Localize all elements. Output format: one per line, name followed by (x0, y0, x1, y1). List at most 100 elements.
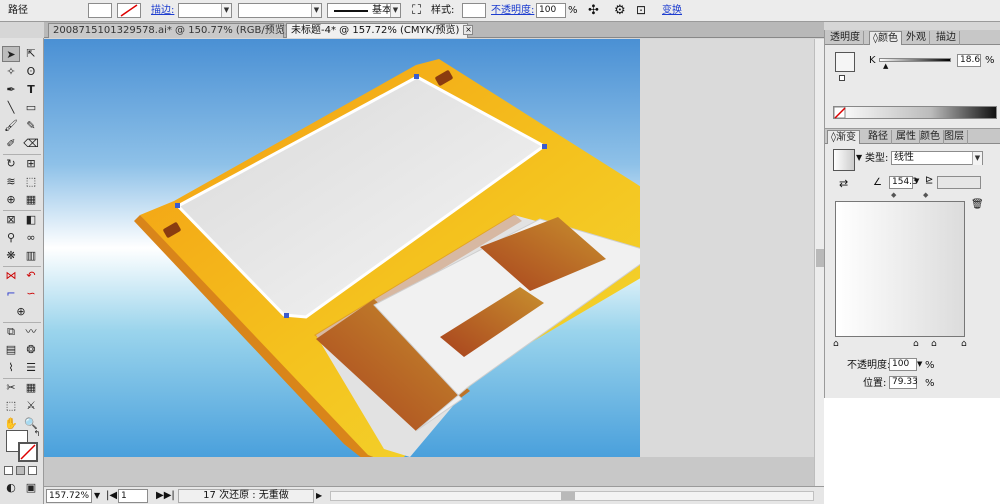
opacity-link[interactable]: 不透明度: (491, 3, 534, 18)
brush-definition-select[interactable]: 基本 ▼ (327, 3, 401, 18)
align-options-icon[interactable]: ⊡ (636, 3, 646, 18)
wave-icon[interactable]: 〰 (22, 324, 40, 340)
stroke-weight-input[interactable]: ▼ (178, 3, 232, 18)
transform-link[interactable]: 变换 (662, 3, 682, 18)
grid-icon[interactable]: ▤ (2, 342, 20, 358)
rectangle-tool-icon[interactable]: ▭ (22, 100, 40, 116)
gradient-stop-icon[interactable]: ⌂ (961, 339, 967, 349)
artboard-tool-icon[interactable]: ⬚ (2, 398, 20, 414)
pencil-tool-icon[interactable]: ✎ (22, 118, 40, 134)
reverse-gradient-icon[interactable]: ⇄ (839, 177, 848, 190)
scrollbar-thumb[interactable] (561, 492, 575, 500)
gradient-swatch[interactable] (833, 149, 855, 171)
pasteboard[interactable] (640, 39, 824, 457)
artboard[interactable] (44, 39, 696, 465)
chevron-down-icon[interactable]: ▼ (94, 489, 100, 503)
color-mode-icon[interactable] (4, 466, 13, 475)
angle-input[interactable]: 154.3 (889, 176, 918, 189)
variable-width-profile[interactable]: ▼ (238, 3, 322, 18)
eraser-tool-icon[interactable]: ⌫ (22, 136, 40, 152)
gradient-type-select[interactable]: 线性 ▼ (891, 151, 983, 165)
list-icon[interactable]: ☰ (22, 360, 40, 376)
tab-attributes[interactable]: 属性 (893, 130, 920, 144)
color-spectrum[interactable] (833, 106, 997, 119)
blob-brush-tool-icon[interactable]: ✐ (2, 136, 20, 152)
stop-location-input[interactable]: 79.33 (889, 376, 918, 389)
gradient-preview[interactable] (835, 201, 965, 337)
opacity-input[interactable]: 100 (536, 3, 566, 18)
chevron-down-icon[interactable]: ▼ (856, 153, 862, 162)
shape-builder-tool-icon[interactable]: ⊕ (2, 192, 20, 208)
mesh-tool-icon[interactable]: ⊠ (2, 212, 20, 228)
column-graph-tool-icon[interactable]: ▥ (22, 248, 40, 264)
horizontal-scrollbar[interactable] (330, 491, 814, 501)
zigzag-icon[interactable]: ⌇ (2, 360, 20, 376)
vertical-scrollbar[interactable] (814, 39, 824, 486)
line-tool-icon[interactable]: ╲ (2, 100, 20, 116)
play-icon[interactable]: ▶ (316, 489, 322, 503)
tab-gradient[interactable]: ◊渐变 (827, 130, 860, 144)
fill-color-swatch[interactable] (88, 3, 112, 18)
gear-icon[interactable]: ⚙ (614, 3, 626, 18)
zoom-field[interactable]: 157.72% (46, 489, 92, 503)
tab-stroke[interactable]: 描边 (933, 31, 960, 45)
width-tool-icon[interactable]: ⋈ (2, 268, 20, 284)
direct-selection-tool-icon[interactable]: ⇱ (22, 46, 40, 62)
recolor-icon[interactable]: ⛶ (412, 3, 421, 18)
free-transform-tool-icon[interactable]: ⬚ (22, 174, 40, 190)
chevron-down-icon[interactable]: ▼ (311, 4, 321, 17)
aspect-ratio-input[interactable] (937, 176, 981, 189)
first-artboard-icon[interactable]: |◀ (106, 489, 117, 503)
tab-color-2[interactable]: 颜色 (917, 130, 944, 144)
convert-anchor-icon[interactable]: ⌐ (2, 286, 20, 302)
lasso-tool-icon[interactable]: ʘ (22, 64, 40, 80)
next-artboard-icon[interactable]: ▶▶| (156, 489, 175, 503)
gradient-tool-icon[interactable]: ◧ (22, 212, 40, 228)
canvas-area[interactable] (44, 39, 824, 486)
blend-tool-icon[interactable]: ∞ (22, 230, 40, 246)
anchor-tool-icon[interactable]: ↶ (22, 268, 40, 284)
tab-pathfinder[interactable]: 路径 (865, 130, 892, 144)
perspective-grid-tool-icon[interactable]: ▦ (22, 192, 40, 208)
crosshair-icon[interactable]: ⊕ (12, 304, 30, 320)
chevron-down-icon[interactable]: ▼ (390, 4, 400, 17)
scale-tool-icon[interactable]: ⊞ (22, 156, 40, 172)
trash-icon[interactable]: 🗑 (971, 199, 984, 210)
slice-tool-icon[interactable]: ✂ (2, 380, 20, 396)
gradient-stop-icon[interactable]: ⌂ (913, 339, 919, 349)
selection-tool-icon[interactable]: ➤ (2, 46, 20, 62)
eyedropper-tool-icon[interactable]: ⚲ (2, 230, 20, 246)
graphic-style-swatch[interactable] (462, 3, 486, 18)
chevron-down-icon[interactable]: ▼ (914, 177, 919, 185)
k-slider[interactable] (879, 58, 951, 62)
symbol-sprayer-tool-icon[interactable]: ❋ (2, 248, 20, 264)
stroke-link[interactable]: 描边: (151, 3, 174, 18)
none-color-icon[interactable] (834, 107, 846, 119)
out-of-gamut-icon[interactable] (839, 75, 845, 81)
current-fill-swatch[interactable] (835, 52, 855, 72)
tab-layers[interactable]: 图层 (941, 130, 968, 144)
magic-wand-tool-icon[interactable]: ✧ (2, 64, 20, 80)
tab-transparency[interactable]: 透明度 (827, 31, 864, 45)
pen-tool-icon[interactable]: ✒ (2, 82, 20, 98)
screen-mode-icon[interactable]: ▣ (22, 480, 40, 496)
tab-appearance[interactable]: 外观 (903, 31, 930, 45)
k-value-input[interactable]: 18.6 (957, 54, 981, 67)
midpoint-diamond-icon[interactable]: ◆ (923, 191, 928, 199)
stop-opacity-input[interactable]: 100 (889, 358, 917, 371)
chevron-down-icon[interactable]: ▼ (972, 152, 982, 165)
close-icon[interactable]: × (463, 25, 474, 35)
warp-tool-icon[interactable]: ≋ (2, 174, 20, 190)
tab-document-2[interactable]: 未标题-4* @ 157.72% (CMYK/预览) × (286, 23, 474, 38)
gradient-stop-icon[interactable]: ⌂ (931, 339, 937, 349)
twirl-icon[interactable]: ❂ (22, 342, 40, 358)
tab-document-1[interactable]: 200871510132957​8.ai* @ 150.77% (RGB/预览)… (48, 23, 303, 38)
chevron-down-icon[interactable]: ▼ (917, 360, 922, 368)
type-tool-icon[interactable]: T (22, 82, 40, 98)
stroke-color-swatch[interactable] (117, 3, 141, 18)
stroke-swatch[interactable] (18, 442, 38, 462)
tab-color[interactable]: ◊颜色 (869, 31, 902, 45)
scrollbar-thumb[interactable] (816, 249, 824, 267)
gradient-mode-icon[interactable] (16, 466, 25, 475)
none-mode-icon[interactable] (28, 466, 37, 475)
